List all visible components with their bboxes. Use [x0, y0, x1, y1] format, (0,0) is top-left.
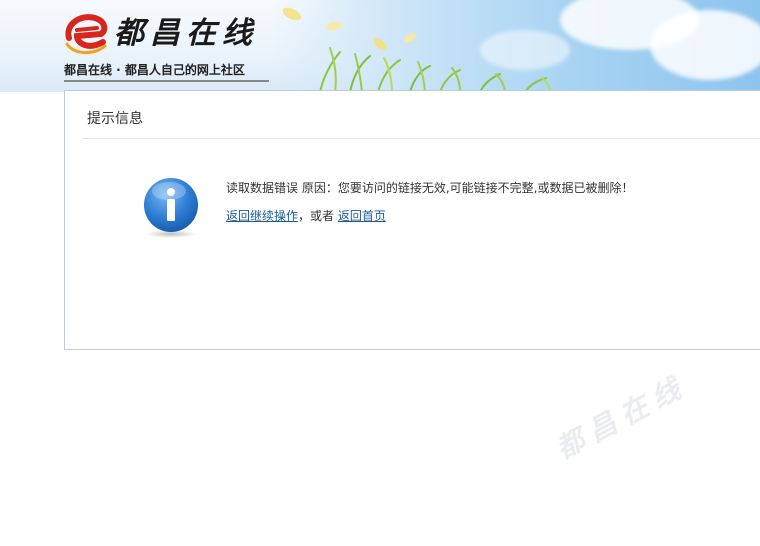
action-links: 返回继续操作，或者 返回首页: [226, 208, 386, 224]
panel-divider: [83, 138, 760, 139]
cloud: [650, 10, 760, 80]
error-message: 读取数据错误 原因：您要访问的链接无效,可能链接不完整,或数据已被删除！: [226, 181, 634, 195]
info-panel: 提示信息 读取数据错误 原因：您要访问的链接无效,可能链接不完整,或数据已被删除…: [64, 90, 760, 350]
logo-e-icon: [65, 14, 108, 54]
info-icon: [144, 178, 198, 238]
link-separator: ，或者: [298, 209, 335, 223]
site-slogan: 都昌在线 · 都昌人自己的网上社区: [64, 63, 245, 77]
panel-title: 提示信息: [87, 111, 143, 127]
site-watermark: 都昌在线: [550, 368, 693, 466]
site-header: 都昌在线 都昌在线 · 都昌人自己的网上社区: [0, 0, 760, 92]
logo-text: 都昌在线: [114, 16, 258, 51]
home-link[interactable]: 返回首页: [338, 209, 386, 223]
continue-link[interactable]: 返回继续操作: [226, 209, 298, 223]
slogan-underline: [64, 80, 269, 82]
leaf-decoration: [282, 7, 417, 50]
